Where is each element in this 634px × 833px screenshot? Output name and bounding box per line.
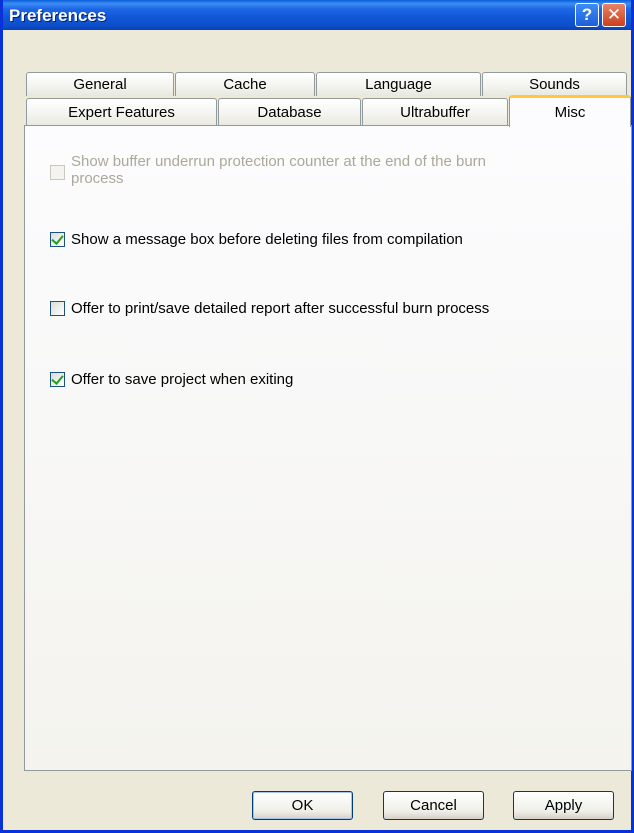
apply-button[interactable]: Apply — [513, 791, 614, 820]
tab-sounds[interactable]: Sounds — [482, 72, 627, 96]
tab-cache[interactable]: Cache — [175, 72, 315, 96]
ok-button[interactable]: OK — [252, 791, 353, 820]
tab-ultrabuffer[interactable]: Ultrabuffer — [362, 98, 508, 126]
title-bar[interactable]: Preferences ? ✕ — [3, 0, 631, 30]
close-icon: ✕ — [606, 5, 622, 24]
save-project-checkbox[interactable] — [50, 372, 65, 387]
preferences-dialog: Preferences ? ✕ General Cache Language S… — [0, 0, 634, 833]
checkmark-icon — [51, 372, 64, 385]
confirm-delete-label[interactable]: Show a message box before deleting files… — [71, 231, 463, 248]
tab-database[interactable]: Database — [218, 98, 361, 126]
print-report-checkbox[interactable] — [50, 301, 65, 316]
tab-misc[interactable]: Misc — [509, 95, 631, 127]
buffer-underrun-counter-label: Show buffer underrun protection counter … — [71, 153, 487, 187]
tab-label: Sounds — [529, 76, 580, 93]
help-icon: ? — [581, 5, 593, 24]
tab-label: Misc — [554, 104, 586, 121]
option-buffer-underrun-counter: Show buffer underrun protection counter … — [50, 153, 486, 187]
option-confirm-delete: Show a message box before deleting files… — [50, 231, 463, 248]
cancel-button[interactable]: Cancel — [383, 791, 484, 820]
save-project-label[interactable]: Offer to save project when exiting — [71, 371, 293, 388]
option-save-project: Offer to save project when exiting — [50, 371, 293, 388]
tab-label: Ultrabuffer — [400, 104, 470, 121]
option-print-report: Offer to print/save detailed report afte… — [50, 300, 489, 317]
buffer-underrun-counter-checkbox[interactable] — [50, 165, 65, 180]
window-title: Preferences — [9, 6, 107, 25]
tab-expert-features[interactable]: Expert Features — [26, 98, 217, 126]
tab-label: Expert Features — [68, 104, 175, 121]
tab-label: Database — [257, 104, 322, 121]
tab-label: Cache — [223, 76, 267, 93]
tab-general[interactable]: General — [26, 72, 174, 96]
tab-label: General — [73, 76, 127, 93]
tab-label: Language — [365, 76, 432, 93]
help-button[interactable]: ? — [575, 3, 599, 27]
close-button[interactable]: ✕ — [602, 3, 626, 27]
checkmark-icon — [51, 232, 64, 245]
tab-language[interactable]: Language — [316, 72, 481, 96]
tab-panel-misc: Show buffer underrun protection counter … — [24, 125, 632, 771]
print-report-label[interactable]: Offer to print/save detailed report afte… — [71, 300, 489, 317]
confirm-delete-checkbox[interactable] — [50, 232, 65, 247]
